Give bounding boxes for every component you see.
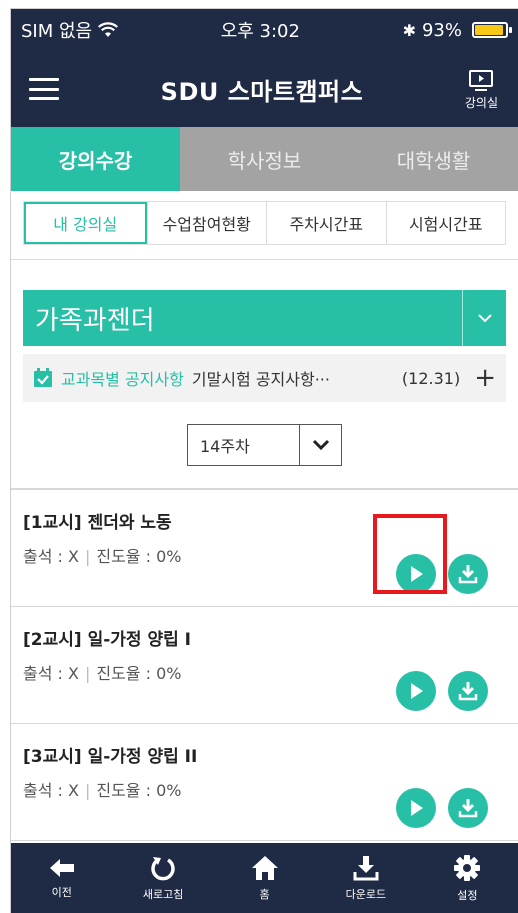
plus-icon[interactable]: +: [474, 365, 496, 391]
nav-home[interactable]: 홈: [214, 843, 315, 913]
lecture-item: [3교시] 일-가정 양립 II 출석 : X | 진도율 : 0%: [11, 724, 518, 841]
week-value: 14주차: [200, 437, 250, 456]
play-button[interactable]: [396, 671, 436, 711]
menu-icon[interactable]: [29, 78, 59, 100]
lecture-title: [2교시] 일-가정 양립 I: [23, 630, 191, 650]
battery-icon: [471, 22, 512, 38]
sub-tabs: 내 강의실 수업참여현황 주차시간표 시험시간표: [23, 201, 506, 245]
bluetooth-icon: ✱: [402, 20, 416, 40]
progress-text: 진도율 : 0%: [96, 664, 182, 683]
status-bar: SIM 없음 오후 3:02 ✱ 93%: [11, 9, 518, 51]
status-right: ✱ 93%: [402, 19, 512, 41]
subtab-weekly-schedule[interactable]: 주차시간표: [266, 202, 386, 244]
status-left: SIM 없음: [21, 17, 119, 43]
play-button[interactable]: [396, 788, 436, 828]
download-button[interactable]: [448, 671, 488, 711]
notice-label: 교과목별 공지사항: [61, 370, 184, 389]
notice-date: (12.31): [401, 368, 461, 388]
app-title: SDU 스마트캠퍼스: [160, 77, 364, 106]
nav-download-label: 다운로드: [345, 887, 387, 901]
arrow-left-icon: [49, 858, 74, 877]
lecture-item: [1교시] 젠더와 노동 출석 : X | 진도율 : 0%: [11, 490, 518, 607]
download-icon: [458, 565, 478, 584]
nav-back[interactable]: 이전: [11, 843, 112, 913]
play-icon: [411, 800, 423, 816]
lecture-item: [2교시] 일-가정 양립 I 출석 : X | 진도율 : 0%: [11, 607, 518, 724]
notice-text: 기말시험 공지사항···: [191, 370, 330, 389]
tab-campus-life[interactable]: 대학생활: [349, 127, 518, 191]
sub-tabs-container: 내 강의실 수업참여현황 주차시간표 시험시간표: [11, 191, 518, 260]
course-name: 가족과젠더: [35, 305, 155, 336]
subtab-exam-schedule[interactable]: 시험시간표: [385, 202, 506, 244]
subtab-participation[interactable]: 수업참여현황: [146, 202, 267, 244]
subtab-my-classroom[interactable]: 내 강의실: [24, 202, 147, 244]
download-icon: [458, 682, 478, 701]
nav-refresh-label: 새로고침: [142, 887, 184, 901]
nav-settings-label: 설정: [457, 888, 478, 902]
classroom-label: 강의실: [464, 95, 498, 110]
nav-back-label: 이전: [51, 885, 72, 899]
monitor-icon: [469, 69, 494, 91]
battery-percent: 93%: [421, 19, 462, 41]
download-button[interactable]: [448, 788, 488, 828]
progress-text: 진도율 : 0%: [96, 781, 182, 800]
chevron-down-icon: [299, 425, 341, 465]
notice-bar[interactable]: 교과목별 공지사항 기말시험 공지사항··· (12.31) +: [23, 354, 506, 402]
calendar-check-icon: [34, 368, 52, 387]
status-time: 오후 3:02: [220, 21, 300, 42]
play-icon: [411, 683, 423, 699]
week-select[interactable]: 14주차: [187, 424, 342, 466]
app-header: SDU 스마트캠퍼스 강의실: [11, 51, 518, 127]
download-button[interactable]: [448, 554, 488, 594]
download-icon: [353, 855, 379, 880]
tab-lecture[interactable]: 강의수강: [11, 127, 180, 191]
course-select[interactable]: 가족과젠더: [23, 290, 506, 346]
highlight-box: [373, 514, 447, 594]
lecture-actions: [396, 671, 488, 711]
home-icon: [251, 855, 278, 880]
main-tabs: 강의수강 학사정보 대학생활: [11, 127, 518, 191]
refresh-icon: [151, 856, 175, 880]
lecture-actions: [396, 788, 488, 828]
tab-academic-info[interactable]: 학사정보: [180, 127, 349, 191]
attendance-text: 출석 : X: [23, 781, 79, 800]
progress-text: 진도율 : 0%: [96, 547, 182, 566]
app-frame: SIM 없음 오후 3:02 ✱ 93% SDU 스마트캠퍼스 강의실 강의수강…: [10, 8, 518, 913]
bottom-nav: 이전 새로고침 홈 다운로드 설정: [11, 843, 518, 913]
nav-download[interactable]: 다운로드: [315, 843, 416, 913]
lecture-title: [3교시] 일-가정 양립 II: [23, 747, 198, 767]
gear-icon: [454, 854, 481, 881]
week-select-container: 14주차: [11, 424, 518, 490]
carrier-text: SIM 없음: [21, 21, 93, 42]
attendance-text: 출석 : X: [23, 547, 79, 566]
attendance-text: 출석 : X: [23, 664, 79, 683]
nav-home-label: 홈: [259, 887, 270, 901]
download-icon: [458, 799, 478, 818]
wifi-icon: [98, 22, 119, 37]
chevron-down-icon: [462, 290, 506, 346]
nav-settings[interactable]: 설정: [417, 843, 518, 913]
classroom-button[interactable]: 강의실: [465, 68, 498, 111]
lecture-list: [1교시] 젠더와 노동 출석 : X | 진도율 : 0% [2교시] 일-가정 …: [11, 490, 518, 841]
nav-refresh[interactable]: 새로고침: [112, 843, 213, 913]
